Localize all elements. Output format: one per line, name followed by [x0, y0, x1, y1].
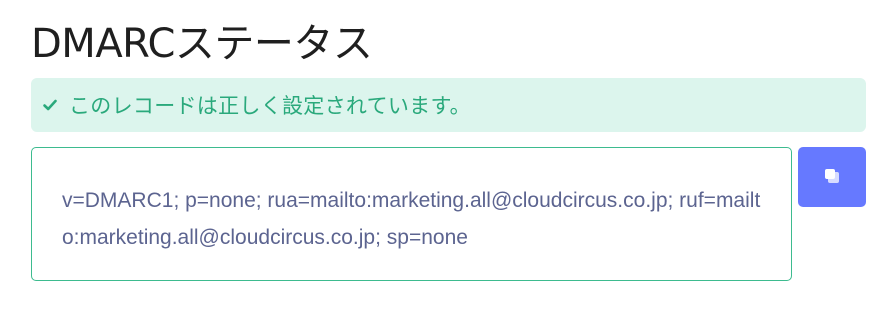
dmarc-record-value[interactable]: v=DMARC1; p=none; rua=mailto:marketing.a…	[62, 182, 761, 256]
check-icon	[42, 97, 58, 113]
status-message: このレコードは正しく設定されています。	[69, 94, 471, 118]
copy-button[interactable]	[798, 147, 866, 207]
status-banner: このレコードは正しく設定されています。	[31, 78, 866, 132]
dmarc-record-field[interactable]: v=DMARC1; p=none; rua=mailto:marketing.a…	[31, 147, 792, 281]
page-title: DMARCステータス	[31, 21, 373, 67]
copy-icon	[823, 167, 841, 188]
